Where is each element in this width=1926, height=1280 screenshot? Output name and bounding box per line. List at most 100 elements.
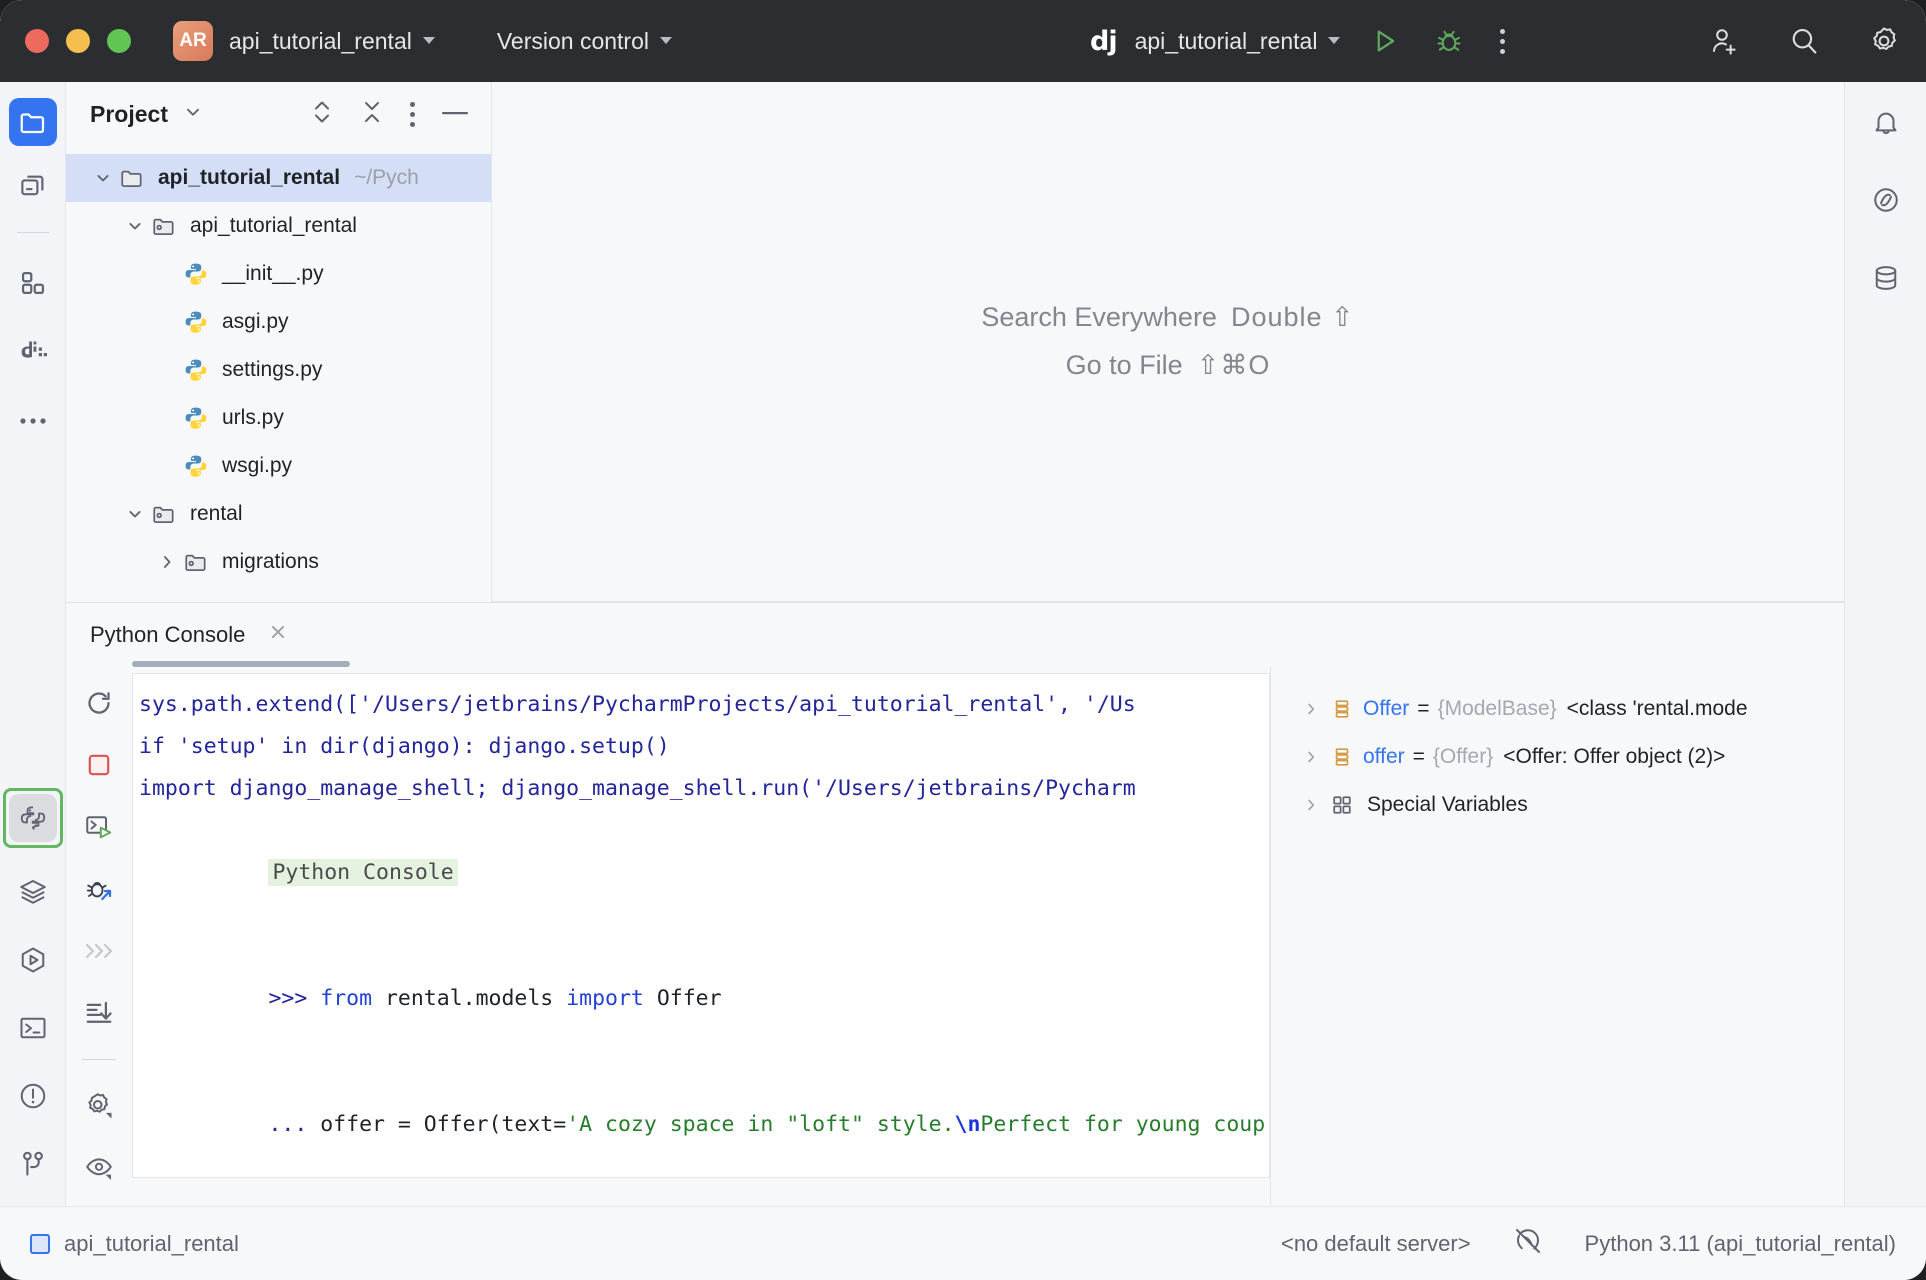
hide-icon[interactable] xyxy=(441,105,469,123)
console-text: offer = Offer(text= xyxy=(307,1112,566,1137)
search-icon[interactable] xyxy=(1788,25,1820,57)
console-body: sys.path.extend(['/Users/jetbrains/Pycha… xyxy=(66,667,1844,1206)
left-tool-strip xyxy=(0,82,66,1206)
database-icon[interactable] xyxy=(1862,254,1910,302)
sidebar-item-django[interactable] xyxy=(9,327,57,375)
maximize-window-button[interactable] xyxy=(107,29,131,53)
tree-row-label: api_tutorial_rental xyxy=(158,166,340,190)
chevron-down-icon[interactable] xyxy=(90,168,116,188)
settings-icon[interactable] xyxy=(1868,25,1900,57)
tree-row-label: api_tutorial_rental xyxy=(190,214,357,238)
notifications-icon[interactable] xyxy=(1862,98,1910,146)
project-panel-header: Project xyxy=(66,82,491,146)
page-title: Project xyxy=(90,101,168,128)
tree-row-label: settings.py xyxy=(222,358,322,382)
module-folder-icon xyxy=(180,549,212,575)
variable-type: {Offer} xyxy=(1433,745,1493,769)
sidebar-item-run[interactable] xyxy=(9,936,57,984)
sidebar-item-more-tool-windows[interactable] xyxy=(9,397,57,445)
python-file-icon xyxy=(180,357,212,383)
execute-icon[interactable] xyxy=(77,807,121,847)
tree-row-label: migrations xyxy=(222,550,319,574)
project-name-menu[interactable]: api_tutorial_rental xyxy=(213,28,435,55)
variable-value: <class 'rental.mode xyxy=(1567,697,1748,721)
tree-row[interactable]: rental xyxy=(66,490,491,538)
run-icon[interactable] xyxy=(1370,26,1400,56)
version-control-menu[interactable]: Version control xyxy=(481,28,672,55)
chevron-right-icon[interactable] xyxy=(1297,748,1325,766)
variable-row-special[interactable]: Special Variables xyxy=(1271,781,1844,829)
sidebar-item-plugins[interactable] xyxy=(9,259,57,307)
chevron-right-icon[interactable] xyxy=(1297,796,1325,814)
tree-row[interactable]: asgi.py xyxy=(66,298,491,346)
console-variables-panel: Offer = {ModelBase} <class 'rental.mode … xyxy=(1270,667,1844,1206)
variable-name: Offer xyxy=(1363,697,1409,721)
stop-icon[interactable] xyxy=(77,745,121,785)
module-folder-icon xyxy=(148,213,180,239)
console-line: if 'setup' in dir(django): django.setup(… xyxy=(133,726,1269,768)
tree-row[interactable]: migrations xyxy=(66,538,491,586)
chevron-right-icon[interactable] xyxy=(1297,700,1325,718)
console-output[interactable]: sys.path.extend(['/Users/jetbrains/Pycha… xyxy=(132,673,1270,1178)
project-badge[interactable]: AR xyxy=(173,21,213,61)
project-panel-actions xyxy=(310,98,469,131)
tree-row[interactable]: api_tutorial_rental xyxy=(66,202,491,250)
console-line: import django_manage_shell; django_manag… xyxy=(133,768,1269,810)
chevron-down-icon[interactable] xyxy=(122,504,148,524)
sidebar-item-python-console[interactable] xyxy=(3,788,63,848)
tab-python-console[interactable]: Python Console xyxy=(90,603,289,667)
chevron-down-icon[interactable] xyxy=(182,101,204,128)
tree-row[interactable]: wsgi.py xyxy=(66,442,491,490)
tree-row-label: rental xyxy=(190,502,243,526)
select-opened-file-icon[interactable] xyxy=(310,98,334,131)
window-controls[interactable] xyxy=(0,29,131,53)
variable-row[interactable]: offer = {Offer} <Offer: Offer object (2)… xyxy=(1271,733,1844,781)
sidebar-item-bookmarks[interactable] xyxy=(9,162,57,210)
sidebar-item-problems[interactable] xyxy=(9,1072,57,1120)
options-menu-icon[interactable] xyxy=(410,102,415,127)
sidebar-item-services[interactable] xyxy=(9,868,57,916)
sidebar-item-project[interactable] xyxy=(9,98,57,146)
tab-label: Python Console xyxy=(90,622,245,648)
console-line: >>> from rental.models import Offer xyxy=(133,936,1269,1062)
add-user-icon[interactable] xyxy=(1708,25,1740,57)
rerun-icon[interactable] xyxy=(77,683,121,723)
close-icon[interactable] xyxy=(267,621,289,649)
scroll-to-end-icon[interactable] xyxy=(77,993,121,1033)
python-file-icon xyxy=(180,453,212,479)
variable-row[interactable]: Offer = {ModelBase} <class 'rental.mode xyxy=(1271,685,1844,733)
run-configuration-selector[interactable]: api_tutorial_rental xyxy=(1135,28,1341,55)
minimize-window-button[interactable] xyxy=(66,29,90,53)
tree-row[interactable]: settings.py xyxy=(66,346,491,394)
status-project[interactable]: api_tutorial_rental xyxy=(30,1231,239,1257)
editor-hints: Search Everywhere Double ⇧ Go to File ⇧⌘… xyxy=(981,285,1354,398)
status-default-server[interactable]: <no default server> xyxy=(1281,1231,1471,1257)
settings-icon[interactable] xyxy=(77,1086,121,1126)
variable-equals: = xyxy=(1413,745,1425,769)
debug-icon[interactable] xyxy=(1434,26,1464,56)
collapse-all-icon[interactable] xyxy=(360,98,384,131)
attach-debugger-icon[interactable] xyxy=(77,869,121,909)
tree-row-label: __init__.py xyxy=(222,262,324,286)
hint-label: Go to File xyxy=(1066,350,1183,381)
console-keyword: import xyxy=(566,986,644,1011)
object-icon xyxy=(1325,746,1359,768)
tree-row[interactable]: urls.py xyxy=(66,394,491,442)
right-tool-strip xyxy=(1844,82,1926,1206)
step-over-icon[interactable] xyxy=(77,931,121,971)
chevron-down-icon xyxy=(660,37,672,44)
inspections-off-icon[interactable] xyxy=(1513,1226,1543,1262)
soft-wrap-icon[interactable] xyxy=(77,1148,121,1188)
status-interpreter[interactable]: Python 3.11 (api_tutorial_rental) xyxy=(1585,1231,1896,1257)
project-indicator-icon xyxy=(30,1234,50,1254)
chevron-right-icon[interactable] xyxy=(154,552,180,572)
chevron-down-icon[interactable] xyxy=(122,216,148,236)
close-window-button[interactable] xyxy=(25,29,49,53)
variable-label: Special Variables xyxy=(1367,793,1528,817)
more-options-icon[interactable] xyxy=(1500,29,1505,54)
ai-assistant-icon[interactable] xyxy=(1862,176,1910,224)
sidebar-item-terminal[interactable] xyxy=(9,1004,57,1052)
sidebar-item-version-control[interactable] xyxy=(9,1140,57,1188)
tree-row[interactable]: __init__.py xyxy=(66,250,491,298)
tree-row[interactable]: api_tutorial_rental ~/Pych xyxy=(66,154,491,202)
